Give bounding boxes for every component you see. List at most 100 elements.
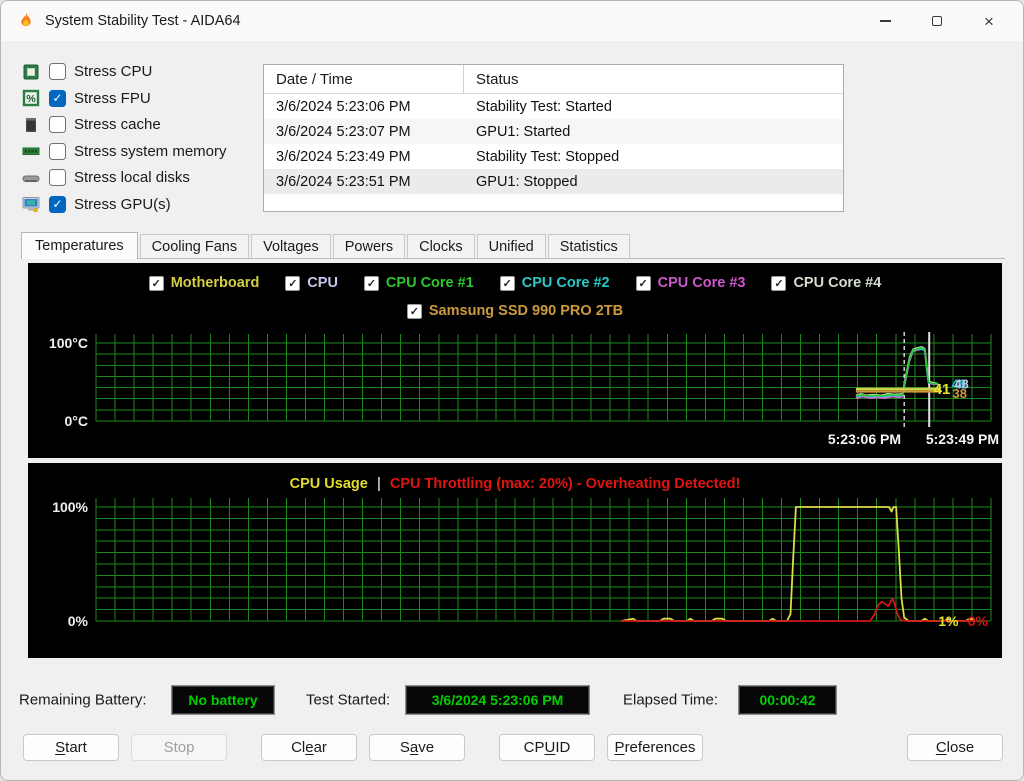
value-readout: 0% [968, 613, 989, 629]
tab-clocks[interactable]: Clocks [407, 234, 475, 258]
save-button[interactable]: Save [369, 734, 465, 761]
usage-chart-title: CPU Usage|CPU Throttling (max: 20%) - Ov… [28, 476, 1002, 492]
x-axis-label: 5:23:06 PM [828, 431, 901, 447]
y-axis-min-label: 0°C [65, 413, 89, 429]
stress-option-stress-local-disks: ✓ Stress local disks [21, 167, 227, 188]
stress-checkbox[interactable]: ✓ [49, 90, 66, 107]
stress-checkbox[interactable]: ✓ [49, 196, 66, 213]
elapsed-time-value: 00:00:42 [738, 685, 837, 715]
stop-button[interactable]: Stop [131, 734, 227, 761]
legend-label[interactable]: CPU [307, 275, 338, 291]
legend-label[interactable]: CPU Core #3 [658, 275, 746, 291]
tab-voltages[interactable]: Voltages [251, 234, 331, 258]
button-bar: Start Stop Clear Save CPUID Preferences Close [23, 734, 1003, 761]
temperature-graph-panel: ✓ Motherboard ✓ CPU ✓ CPU Core #1 ✓ CPU … [28, 263, 1002, 458]
value-readout: 1% [938, 613, 959, 629]
legend-checkbox[interactable]: ✓ [364, 276, 379, 291]
x-axis-label: 5:23:49 PM [926, 431, 999, 447]
y-axis-min-label: 0% [68, 613, 89, 629]
elapsed-time-label: Elapsed Time: [623, 692, 718, 709]
tab-bar: TemperaturesCooling FansVoltagesPowersCl… [21, 233, 1005, 259]
log-cell-status: Stability Test: Started [464, 99, 843, 115]
start-button[interactable]: Start [23, 734, 119, 761]
log-cell-datetime: 3/6/2024 5:23:07 PM [264, 124, 464, 140]
stress-option-stress-cpu: ✓ Stress CPU [21, 61, 227, 82]
stress-option-label[interactable]: Stress cache [74, 116, 161, 133]
stress-option-stress-fpu: % ✓ Stress FPU [21, 88, 227, 109]
log-cell-datetime: 3/6/2024 5:23:51 PM [264, 174, 464, 190]
log-cell-datetime: 3/6/2024 5:23:06 PM [264, 99, 464, 115]
legend-checkbox[interactable]: ✓ [407, 304, 422, 319]
legend-checkbox[interactable]: ✓ [500, 276, 515, 291]
legend-label[interactable]: Motherboard [171, 275, 260, 291]
cpuid-button[interactable]: CPUID [499, 734, 595, 761]
stress-option-label[interactable]: Stress GPU(s) [74, 196, 171, 213]
legend-item-motherboard: ✓ Motherboard [149, 275, 260, 291]
stress-option-label[interactable]: Stress FPU [74, 90, 151, 107]
legend-item-cpu-core-3: ✓ CPU Core #3 [636, 275, 746, 291]
log-table-header: Date / Time Status [264, 65, 843, 94]
stress-option-label[interactable]: Stress system memory [74, 143, 227, 160]
remaining-battery-value: No battery [171, 685, 275, 715]
stress-checkbox[interactable]: ✓ [49, 169, 66, 186]
temperature-legend-row-1: ✓ Motherboard ✓ CPU ✓ CPU Core #1 ✓ CPU … [28, 275, 1002, 291]
stress-options: ✓ Stress CPU % ✓ Stress FPU ✓ Stress cac… [21, 61, 227, 220]
app-window: System Stability Test - AIDA64 × ✓ Stres… [0, 0, 1024, 781]
log-row[interactable]: 3/6/2024 5:23:51 PM GPU1: Stopped [264, 169, 843, 194]
close-button[interactable]: Close [907, 734, 1003, 761]
log-row[interactable]: 3/6/2024 5:23:07 PM GPU1: Started [264, 119, 843, 144]
legend-label[interactable]: Samsung SSD 990 PRO 2TB [429, 303, 623, 319]
stress-option-label[interactable]: Stress CPU [74, 63, 152, 80]
close-icon[interactable]: × [963, 1, 1015, 41]
legend-checkbox[interactable]: ✓ [636, 276, 651, 291]
stress-checkbox[interactable]: ✓ [49, 143, 66, 160]
test-started-label: Test Started: [306, 692, 390, 709]
log-row[interactable]: 3/6/2024 5:23:49 PM Stability Test: Stop… [264, 144, 843, 169]
clear-button[interactable]: Clear [261, 734, 357, 761]
test-started-value: 3/6/2024 5:23:06 PM [405, 685, 590, 715]
legend-item-cpu-core-1: ✓ CPU Core #1 [364, 275, 474, 291]
stress-option-stress-cache: ✓ Stress cache [21, 114, 227, 135]
tab-unified[interactable]: Unified [477, 234, 546, 258]
tab-statistics[interactable]: Statistics [548, 234, 630, 258]
minimize-button[interactable] [859, 1, 911, 41]
legend-checkbox[interactable]: ✓ [771, 276, 786, 291]
stress-option-label[interactable]: Stress local disks [74, 169, 190, 186]
tab-powers[interactable]: Powers [333, 234, 405, 258]
y-axis-max-label: 100°C [49, 335, 88, 351]
legend-checkbox[interactable]: ✓ [285, 276, 300, 291]
legend-label[interactable]: CPU Core #2 [522, 275, 610, 291]
flame-icon [17, 12, 35, 30]
log-cell-status: GPU1: Stopped [464, 174, 843, 190]
stress-option-stress-system-memory: ✓ Stress system memory [21, 141, 227, 162]
usage-graph-panel: CPU Usage|CPU Throttling (max: 20%) - Ov… [28, 463, 1002, 658]
tab-temperatures[interactable]: Temperatures [21, 232, 138, 259]
preferences-button[interactable]: Preferences [607, 734, 703, 761]
legend-label[interactable]: CPU Core #4 [793, 275, 881, 291]
stress-checkbox[interactable]: ✓ [49, 116, 66, 133]
stress-checkbox[interactable]: ✓ [49, 63, 66, 80]
value-readout: 41 [934, 381, 951, 398]
log-row[interactable]: 3/6/2024 5:23:06 PM Stability Test: Star… [264, 94, 843, 119]
tab-cooling-fans[interactable]: Cooling Fans [140, 234, 249, 258]
value-readout: 38 [953, 386, 967, 401]
legend-item-samsung-ssd-990-pro-2tb: ✓ Samsung SSD 990 PRO 2TB [407, 303, 623, 319]
usage-title-part: CPU Usage [290, 476, 368, 492]
cache-icon [21, 115, 41, 135]
remaining-battery-label: Remaining Battery: [19, 692, 147, 709]
legend-item-cpu-core-4: ✓ CPU Core #4 [771, 275, 881, 291]
usage-chart: 100%0%1%0% [28, 463, 1002, 658]
legend-checkbox[interactable]: ✓ [149, 276, 164, 291]
log-column-status[interactable]: Status [464, 65, 843, 93]
log-column-datetime[interactable]: Date / Time [264, 65, 464, 93]
maximize-button[interactable] [911, 1, 963, 41]
gpu-icon [21, 194, 41, 214]
log-cell-status: Stability Test: Stopped [464, 149, 843, 165]
titlebar: System Stability Test - AIDA64 × [1, 1, 1023, 41]
log-cell-status: GPU1: Started [464, 124, 843, 140]
window-controls: × [859, 1, 1015, 41]
temperature-legend-row-2: ✓ Samsung SSD 990 PRO 2TB [28, 303, 1002, 319]
legend-label[interactable]: CPU Core #1 [386, 275, 474, 291]
log-cell-datetime: 3/6/2024 5:23:49 PM [264, 149, 464, 165]
usage-title-part: | [377, 476, 381, 492]
